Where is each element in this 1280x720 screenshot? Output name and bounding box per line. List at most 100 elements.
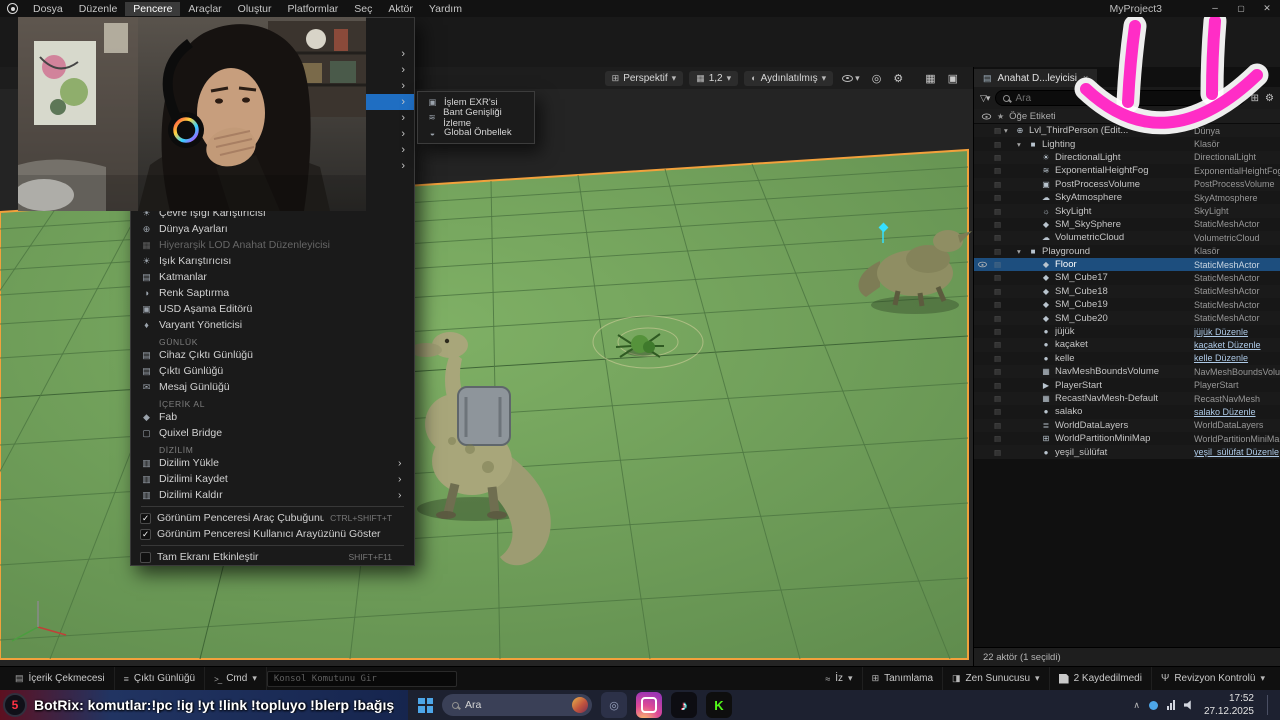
menu-item[interactable]: ✉ Mesaj Günlüğü — [131, 379, 414, 395]
filter-funnel-icon[interactable] — [980, 93, 989, 104]
menubar-item[interactable]: Platformlar — [280, 2, 347, 16]
actor-type[interactable]: salako Düzenle — [1194, 407, 1280, 417]
tray-app-icon[interactable] — [1148, 700, 1158, 710]
actor-type[interactable]: DirectionalLight — [1194, 152, 1280, 162]
menubar-item[interactable]: Araçlar — [180, 2, 229, 16]
network-icon[interactable] — [1166, 700, 1175, 710]
outliner-row[interactable]: ◆ SM_Cube20 StaticMeshActor — [974, 311, 1280, 325]
menubar-item[interactable]: Oluştur — [230, 2, 280, 16]
menubar-item[interactable]: Dosya — [25, 2, 71, 16]
taskbar-search-input[interactable] — [465, 699, 555, 711]
outliner-row[interactable]: ▶ PlayerStart PlayerStart — [974, 378, 1280, 392]
outliner-row[interactable]: ☼ SkyLight SkyLight — [974, 204, 1280, 218]
menu-item[interactable] — [141, 506, 404, 507]
menu-item[interactable]: ◆ Fab — [131, 409, 414, 425]
volume-icon[interactable] — [1183, 700, 1191, 710]
actor-type[interactable]: StaticMeshActor — [1194, 219, 1280, 229]
outliner-row[interactable]: ☁ SkyAtmosphere SkyAtmosphere — [974, 190, 1280, 205]
viewport-settings-button[interactable] — [890, 72, 906, 85]
trace-button[interactable]: İz — [816, 667, 863, 690]
zen-server-button[interactable]: Zen Sunucusu — [943, 667, 1050, 690]
menu-item[interactable]: İÇERİK AL — [131, 395, 414, 409]
actor-type[interactable]: SkyLight — [1194, 206, 1280, 216]
actor-type[interactable]: PlayerStart — [1194, 380, 1280, 390]
checkbox[interactable] — [140, 528, 151, 540]
grid-snap-selector[interactable]: 1,2 — [689, 70, 739, 86]
outliner-row[interactable]: ≋ ExponentialHeightFog ExponentialHeight… — [974, 164, 1280, 178]
add-folder-icon[interactable] — [1251, 93, 1259, 104]
maximize-button[interactable] — [1228, 3, 1254, 14]
menubar-item[interactable]: Pencere — [125, 1, 181, 16]
menu-item[interactable]: ☀ Işık Karıştırıcısı — [131, 253, 414, 269]
actor-type[interactable]: WorldPartitionMiniMap — [1194, 434, 1280, 444]
outliner-row[interactable]: ▣ PostProcessVolume PostProcessVolume — [974, 177, 1280, 191]
outliner-row[interactable]: ≣ WorldDataLayers WorldDataLayers — [974, 418, 1280, 432]
console-command-input[interactable] — [266, 670, 457, 687]
checkbox[interactable] — [140, 551, 151, 563]
perspective-selector[interactable]: Perspektif — [604, 70, 684, 86]
start-button[interactable] — [418, 697, 433, 713]
menu-item[interactable]: ▣ USD Aşama Editörü — [131, 301, 414, 317]
layout-grid-button[interactable] — [922, 72, 938, 85]
outliner-row[interactable]: ▦ RecastNavMesh-Default RecastNavMesh — [974, 391, 1280, 406]
menubar-item[interactable]: Aktör — [380, 2, 421, 16]
view-mode-selector[interactable]: Aydınlatılmış — [744, 70, 834, 86]
checkbox[interactable] — [140, 512, 151, 524]
menu-item[interactable]: ▥ Dizilim Yükle — [131, 455, 414, 471]
outliner-empty-area[interactable] — [974, 459, 1280, 647]
menu-item[interactable]: ▤ Katmanlar — [131, 269, 414, 285]
actor-type[interactable]: VolumetricCloud — [1194, 233, 1280, 243]
taskbar-search[interactable] — [442, 694, 592, 716]
expand-arrow-icon[interactable] — [1004, 126, 1014, 135]
outliner-row[interactable]: ◆ SM_Cube19 StaticMeshActor — [974, 298, 1280, 312]
menu-item[interactable]: ▤ Cihaz Çıktı Günlüğü — [131, 347, 414, 363]
actor-type[interactable]: StaticMeshActor — [1194, 260, 1280, 270]
menu-item[interactable]: ◑ Renk Saptırma — [131, 285, 414, 301]
minimize-button[interactable] — [1202, 3, 1228, 14]
menu-item[interactable]: DİZİLİM — [131, 441, 414, 455]
actor-type[interactable]: NavMeshBoundsVolume — [1194, 367, 1280, 377]
show-flags-button[interactable] — [839, 73, 863, 84]
close-icon[interactable] — [1083, 73, 1088, 83]
outliner-row[interactable]: ● yeşil_sülüfat yeşil_sülüfat Düzenle — [974, 445, 1280, 459]
actor-type[interactable]: kelle Düzenle — [1194, 353, 1280, 363]
actor-type[interactable]: jüjük Düzenle — [1194, 327, 1280, 337]
menu-item[interactable] — [141, 545, 404, 546]
actor-type[interactable]: PostProcessVolume — [1194, 179, 1280, 189]
outliner-row[interactable]: ● kelle kelle Düzenle — [974, 351, 1280, 366]
menu-item[interactable]: ⊕ Dünya Ayarları — [131, 221, 414, 237]
outliner-row[interactable]: ● kaçaket kaçaket Düzenle — [974, 338, 1280, 352]
menu-item[interactable]: ▢ Quixel Bridge — [131, 425, 414, 441]
menu-item[interactable]: ▥ Dizilimi Kaydet — [131, 471, 414, 487]
actor-type[interactable]: StaticMeshActor — [1194, 300, 1280, 310]
outliner-row[interactable]: ● jüjük jüjük Düzenle — [974, 324, 1280, 339]
actor-type[interactable]: StaticMeshActor — [1194, 313, 1280, 323]
actor-type[interactable]: kaçaket Düzenle — [1194, 340, 1280, 350]
menu-item[interactable]: Görünüm Penceresi Kullanıcı Arayüzünü Gö… — [131, 526, 414, 542]
outliner-settings-icon[interactable] — [1265, 93, 1274, 104]
menu-item[interactable]: ▦ Hiyerarşik LOD Anahat Düzenleyicisi — [131, 237, 414, 253]
expand-arrow-icon[interactable] — [1017, 247, 1027, 256]
submenu-item[interactable]: ≋ Bant Genişliği İzleme — [418, 107, 534, 129]
kick-icon[interactable]: K — [706, 692, 732, 718]
outliner-row[interactable]: ☀ DirectionalLight DirectionalLight — [974, 150, 1280, 165]
diagnostics-button[interactable]: Tanımlama — [863, 667, 944, 690]
expand-arrow-icon[interactable] — [1017, 140, 1027, 149]
outliner-row[interactable]: ⊞ WorldPartitionMiniMap WorldPartitionMi… — [974, 431, 1280, 446]
actor-type[interactable]: StaticMeshActor — [1194, 286, 1280, 296]
menu-item[interactable]: Tam Ekranı Etkinleştir SHIFT+F11 — [131, 549, 414, 565]
content-drawer-button[interactable]: İçerik Çekmecesi — [6, 667, 115, 690]
tab-outliner[interactable]: Anahat D...leyicisi — [974, 69, 1098, 87]
instagram-icon[interactable] — [636, 692, 662, 718]
close-button[interactable] — [1254, 3, 1280, 14]
maximize-viewport-button[interactable] — [945, 72, 961, 85]
outliner-row[interactable]: ⊕ Lvl_ThirdPerson (Edit... Dünya — [974, 124, 1280, 138]
tray-expand-icon[interactable] — [1133, 700, 1140, 711]
search-input[interactable] — [1015, 92, 1237, 104]
menu-item[interactable]: GÜNLÜK — [131, 333, 414, 347]
menu-item[interactable]: ▤ Çıktı Günlüğü — [131, 363, 414, 379]
menubar-item[interactable]: Düzenle — [71, 2, 126, 16]
menu-item[interactable]: Görünüm Penceresi Araç Çubuğunu Göster C… — [131, 510, 414, 526]
outliner-row[interactable]: ■ Playground Klasör — [974, 244, 1280, 258]
camera-speed-button[interactable] — [869, 72, 885, 85]
